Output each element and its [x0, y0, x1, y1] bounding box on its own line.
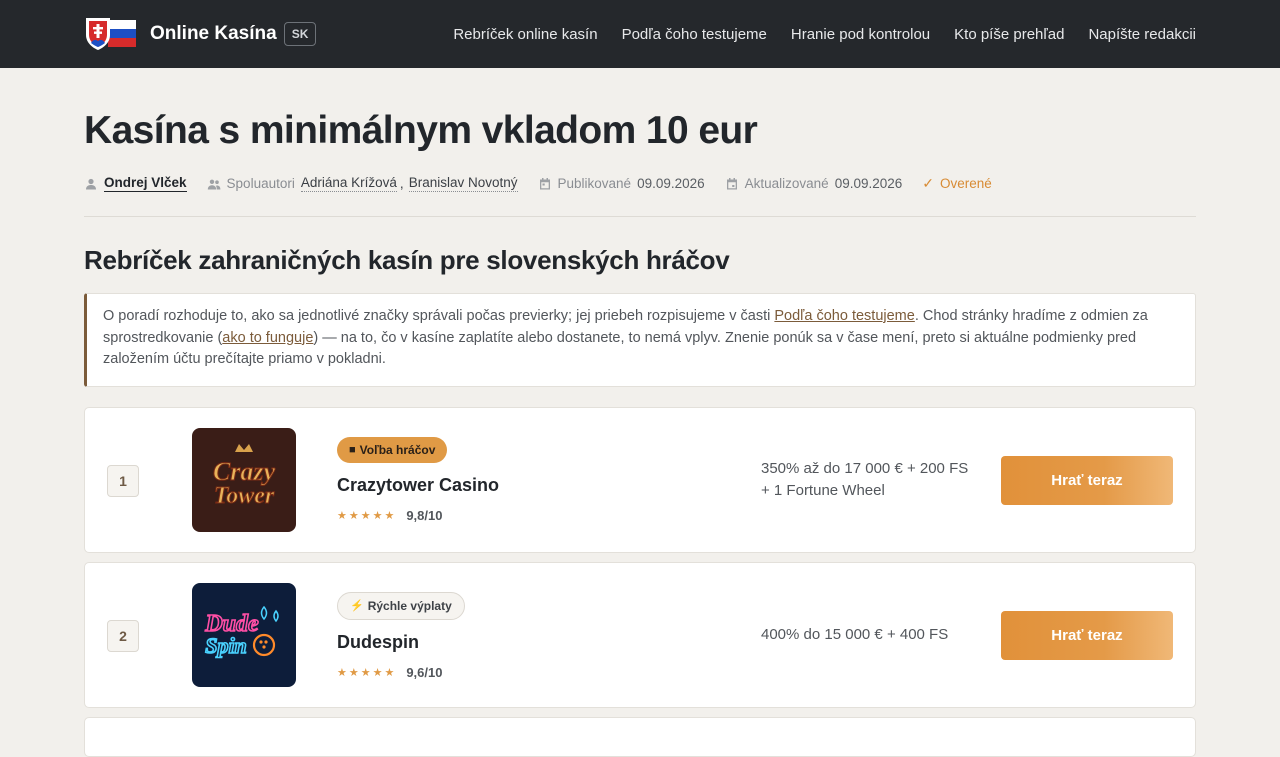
country-badge: SK [283, 22, 317, 46]
published-date: 09.09.2026 [637, 176, 705, 191]
bonus-offer: 400% do 15 000 € + 400 FS [761, 624, 991, 646]
testing-method-link[interactable]: Podľa čoho testujeme [774, 308, 914, 324]
bonus-line: 350% až do 17 000 € + 200 FS [761, 459, 969, 477]
coauthors-label: Spoluautori [226, 176, 295, 191]
top-navigation-bar: Online Kasína SK Rebríček online kasín P… [0, 0, 1280, 68]
nav-link-responsible-gaming[interactable]: Hranie pod kontrolou [791, 26, 930, 43]
updated-label: Aktualizované [744, 176, 829, 191]
brand[interactable]: Online Kasína SK [84, 17, 317, 51]
rating: ★★★★★ 9,6/10 [337, 665, 465, 680]
updated-date: 09.09.2026 [834, 176, 903, 191]
verified-status: ✓ Overené [922, 175, 992, 192]
people-icon [207, 179, 220, 189]
casino-info: ⚡ Rýchle výplaty Dudespin ★★★★★ 9,6/10 [337, 591, 465, 680]
star-rating-icon: ★★★★★ [337, 509, 397, 522]
casino-name[interactable]: Dudespin [337, 632, 465, 653]
notice-text: O poradí rozhoduje to, ako sa jednotlivé… [103, 308, 775, 324]
star-rating-icon: ★★★★★ [337, 666, 397, 679]
calendar-icon [726, 177, 737, 189]
article-meta: Ondrej Vlček Spoluautori Adriána Krížová… [84, 175, 1196, 217]
rank-badge: 2 [107, 619, 139, 652]
rating: ★★★★★ 9,8/10 [337, 508, 499, 523]
bonus-offer: 350% až do 17 000 € + 200 FS + 1 Fortune… [761, 458, 991, 502]
verified-label: Overené [940, 176, 992, 191]
disclosure-notice: O poradí rozhoduje to, ako sa jednotlivé… [84, 293, 1196, 387]
main-content: Kasína s minimálnym vkladom 10 eur Ondre… [84, 68, 1196, 757]
casino-card: 1 Crazy Tower ■ Voľba hráčov Crazytower C… [84, 406, 1196, 553]
nav-link-casino-ranking[interactable]: Rebríček online kasín [453, 26, 597, 43]
rating-score: 9,8/10 [406, 507, 443, 523]
person-icon [86, 178, 96, 189]
logo-word: Crazy [213, 457, 276, 486]
bonus-line: + 1 Fortune Wheel [761, 481, 885, 499]
main-nav: Rebríček online kasín Podľa čoho testuje… [453, 26, 1196, 43]
play-now-button[interactable]: Hrať teraz [1001, 610, 1173, 660]
fast-payout-badge: ⚡ Rýchle výplaty [337, 591, 465, 620]
badge-label: Rýchle výplaty [367, 598, 452, 613]
coauthor-link[interactable]: Adriána Krížová [300, 175, 397, 192]
how-it-works-link[interactable]: ako to funguje [222, 330, 313, 346]
casino-logo[interactable]: Crazy Tower [192, 427, 296, 532]
bonus-line: 400% do 15 000 € + 400 FS [761, 625, 949, 643]
calendar-icon [539, 177, 550, 189]
casino-info: ■ Voľba hráčov Crazytower Casino ★★★★★ 9,… [337, 436, 499, 523]
slovak-flag-logo-icon [86, 18, 136, 50]
checkmark-icon: ✓ [922, 175, 935, 191]
page-title: Kasína s minimálnym vkladom 10 eur [84, 109, 758, 152]
lightning-icon: ⚡ [350, 600, 364, 612]
casino-logo[interactable]: Dude Spin [192, 582, 296, 687]
rank-badge: 1 [107, 464, 139, 497]
coauthor-link[interactable]: Branislav Novotný [408, 175, 518, 192]
badge-icon: ■ [349, 443, 356, 456]
section-title: Rebríček zahraničných kasín pre slovensk… [84, 245, 730, 275]
casino-card-partial [84, 716, 1196, 757]
nav-link-testing-method[interactable]: Podľa čoho testujeme [622, 26, 767, 43]
nav-link-authors[interactable]: Kto píše prehľad [954, 26, 1064, 43]
published-label: Publikované [557, 176, 632, 191]
nav-link-contact[interactable]: Napíšte redakcii [1088, 26, 1196, 43]
rating-score: 9,6/10 [406, 664, 443, 680]
logo-word: Spin [205, 633, 247, 658]
brand-name: Online Kasína [150, 23, 277, 44]
casino-name[interactable]: Crazytower Casino [337, 475, 499, 496]
player-choice-badge: ■ Voľba hráčov [337, 436, 448, 463]
author-link[interactable]: Ondrej Vlček [104, 175, 187, 192]
play-now-button[interactable]: Hrať teraz [1001, 455, 1173, 505]
badge-label: Voľba hráčov [359, 442, 436, 457]
coauthor-separator: , [399, 176, 404, 191]
casino-card: 2 Dude Spin ⚡ Rýchle výplaty Dudespin ★★★… [84, 561, 1196, 708]
logo-word: Tower [214, 483, 275, 509]
